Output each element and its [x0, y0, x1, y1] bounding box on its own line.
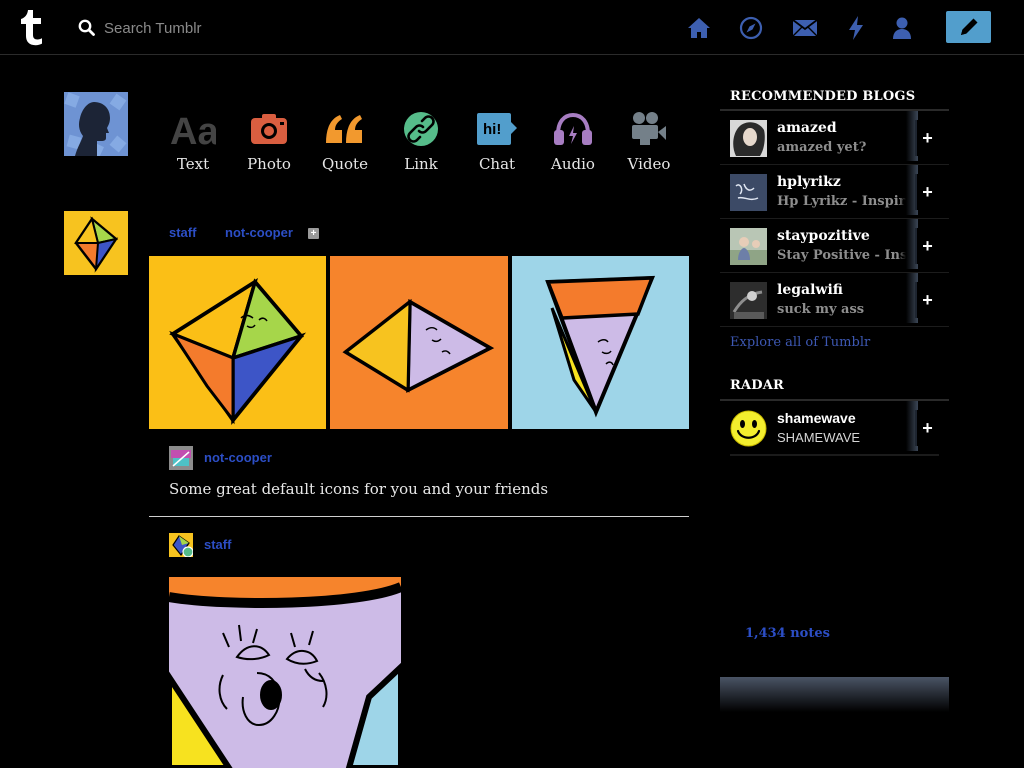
recommended-blog-item[interactable]: staypozitive Stay Positive - Inspiring +: [720, 219, 949, 273]
activity-icon[interactable]: [843, 16, 869, 40]
photo-kite-orange[interactable]: [330, 256, 508, 429]
post-type-audio[interactable]: Audio: [535, 110, 611, 175]
radar-avatar[interactable]: [730, 410, 767, 447]
post-type-video[interactable]: Video: [611, 110, 687, 175]
blog-name[interactable]: legalwifi: [777, 282, 843, 298]
inbox-icon[interactable]: [792, 16, 818, 40]
blog-description: suck my ass: [777, 302, 865, 317]
explore-icon[interactable]: [738, 16, 764, 40]
photo-icon: [251, 114, 287, 144]
tumblr-logo-icon[interactable]: [18, 9, 48, 46]
blog-description: Stay Positive - Inspiring: [777, 248, 907, 263]
pencil-icon: [960, 18, 977, 35]
blog-name[interactable]: hplyrikz: [777, 174, 841, 190]
radar-post-footer: [720, 677, 949, 712]
quote-icon: [326, 115, 362, 143]
post-author-name[interactable]: staff: [204, 537, 231, 552]
blog-avatar[interactable]: [730, 282, 767, 319]
blog-avatar[interactable]: [730, 174, 767, 211]
search-icon: [78, 19, 95, 36]
photo-kite-blue[interactable]: [512, 256, 689, 429]
post-type-label: Link: [404, 155, 438, 173]
post-type-photo[interactable]: Photo: [231, 110, 307, 175]
user-avatar[interactable]: [64, 92, 128, 156]
chat-icon: hi!: [477, 113, 517, 145]
account-icon[interactable]: [889, 16, 915, 40]
recommended-title: RECOMMENDED BLOGS: [730, 89, 916, 104]
post-type-label: Video: [627, 155, 671, 173]
home-icon[interactable]: [686, 16, 712, 40]
radar-blog-description: SHAMEWAVE: [777, 430, 861, 445]
post-type-chat[interactable]: hi! Chat: [459, 110, 535, 175]
follow-button[interactable]: +: [915, 120, 938, 156]
follow-button[interactable]: +: [915, 282, 938, 318]
radar-blog-item[interactable]: shamewave SHAMEWAVE +: [720, 401, 949, 455]
smiley-icon: [730, 410, 767, 447]
blog-description: Hp Lyrikz - Inspiring: [777, 194, 907, 209]
post-photo-kite[interactable]: [169, 577, 401, 768]
post-type-link[interactable]: Link: [383, 110, 459, 175]
blog-description: amazed yet?: [777, 140, 867, 155]
audio-icon: [554, 112, 592, 145]
compose-button[interactable]: [946, 11, 991, 43]
recommended-blog-item[interactable]: amazed amazed yet? +: [720, 111, 949, 165]
video-icon: [632, 112, 666, 145]
post-type-label: Quote: [322, 155, 368, 173]
blog-name[interactable]: amazed: [777, 120, 837, 136]
search-input[interactable]: [104, 16, 424, 40]
reblogger-link[interactable]: staff: [169, 225, 196, 240]
notes-count[interactable]: 1,434 notes: [745, 626, 830, 641]
post-type-label: Audio: [551, 155, 595, 173]
post-type-label: Photo: [247, 155, 291, 173]
follow-button[interactable]: +: [915, 410, 938, 446]
follow-plus-icon[interactable]: +: [308, 228, 319, 239]
staff-mini-avatar[interactable]: [169, 533, 193, 557]
radar-post-edge: [730, 454, 939, 456]
radar-title: RADAR: [730, 378, 785, 393]
recommended-blog-item[interactable]: hplyrikz Hp Lyrikz - Inspiring +: [720, 165, 949, 219]
source-blog-name[interactable]: not-cooper: [204, 450, 272, 465]
post-type-bar: Aa Text Photo Quote Link hi! Chat Audio …: [155, 110, 685, 175]
staff-blog-avatar[interactable]: [64, 211, 128, 275]
text-icon: Aa: [170, 112, 216, 146]
post-type-text[interactable]: Aa Text: [155, 110, 231, 175]
top-navigation: [0, 0, 1024, 55]
post-type-label: Text: [176, 155, 210, 173]
blog-avatar[interactable]: [730, 228, 767, 265]
source-avatar[interactable]: [169, 446, 193, 470]
follow-button[interactable]: +: [915, 174, 938, 210]
radar-blog-name[interactable]: shamewave: [777, 410, 856, 426]
blog-avatar[interactable]: [730, 120, 767, 157]
search-box[interactable]: [78, 16, 438, 40]
post-caption: Some great default icons for you and you…: [169, 480, 549, 498]
svg-text:Aa: Aa: [170, 112, 216, 146]
recommended-blog-item[interactable]: legalwifi suck my ass +: [720, 273, 949, 327]
post-type-label: Chat: [478, 155, 516, 173]
post-divider: [149, 516, 689, 517]
link-icon: [404, 112, 438, 146]
photo-kite-yellow[interactable]: [149, 256, 326, 429]
post-type-quote[interactable]: Quote: [307, 110, 383, 175]
source-blog-link[interactable]: not-cooper: [225, 225, 293, 240]
explore-link[interactable]: Explore all of Tumblr: [730, 335, 870, 350]
blog-name[interactable]: staypozitive: [777, 228, 870, 244]
photoset[interactable]: [149, 256, 689, 429]
follow-button[interactable]: +: [915, 228, 938, 264]
svg-text:hi!: hi!: [483, 121, 501, 138]
